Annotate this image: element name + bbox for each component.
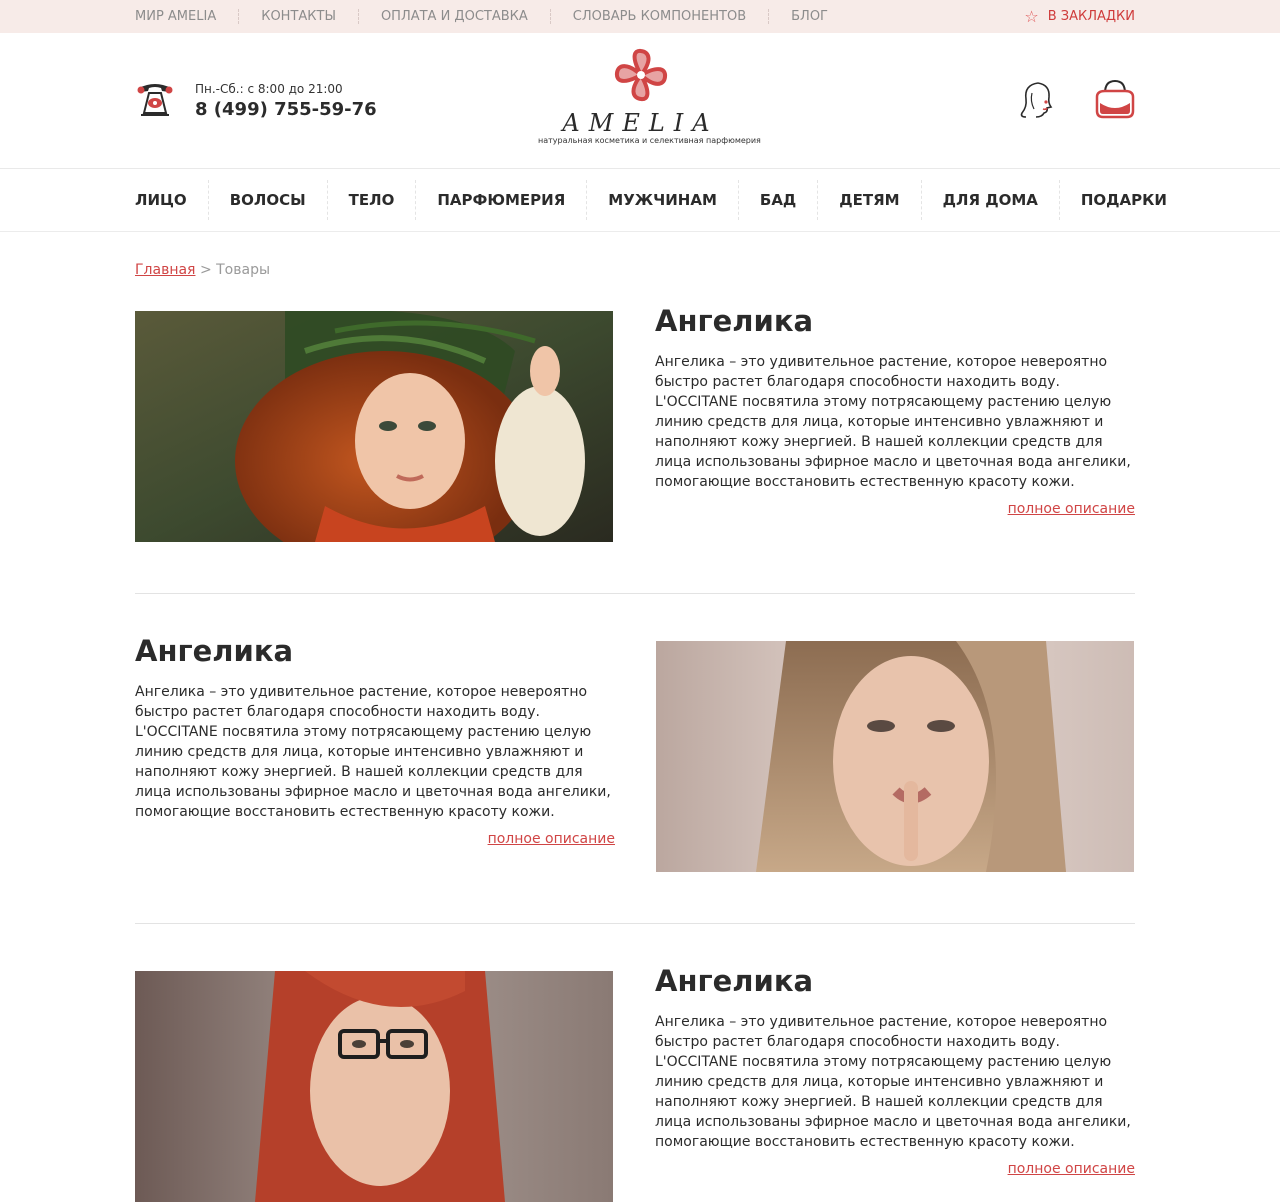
- full-description-link[interactable]: полное описание: [655, 501, 1135, 517]
- working-hours: Пн.-Сб.: с 8:00 до 21:00: [195, 82, 343, 96]
- top-nav-item-world[interactable]: МИР AMELIA: [135, 9, 240, 24]
- product-description: Ангелика – это удивительное растение, ко…: [135, 684, 611, 820]
- product-title[interactable]: Ангелика: [135, 634, 615, 668]
- top-nav: МИР AMELIA КОНТАКТЫ ОПЛАТА И ДОСТАВКА СЛ…: [135, 0, 850, 33]
- product-photo[interactable]: [135, 971, 613, 1202]
- product-title[interactable]: Ангелика: [655, 964, 1135, 998]
- main-nav: ЛИЦО ВОЛОСЫ ТЕЛО ПАРФЮМЕРИЯ МУЖЧИНАМ БАД…: [0, 169, 1280, 232]
- divider: [135, 923, 1135, 924]
- top-nav-item-payment-delivery[interactable]: ОПЛАТА И ДОСТАВКА: [359, 9, 551, 24]
- nav-item-home[interactable]: ДЛЯ ДОМА: [922, 180, 1060, 220]
- top-nav-item-contacts[interactable]: КОНТАКТЫ: [239, 9, 359, 24]
- star-outline-icon: ☆: [1024, 7, 1039, 26]
- woman-profile-icon[interactable]: [1016, 79, 1056, 121]
- full-description-link[interactable]: полное описание: [655, 1161, 1135, 1177]
- nav-item-hair[interactable]: ВОЛОСЫ: [209, 180, 328, 220]
- flower-logo-icon: [614, 48, 667, 102]
- site-logo[interactable]: AMELIA натуральная косметика и селективн…: [538, 47, 761, 157]
- breadcrumb: Главная > Товары: [135, 262, 270, 278]
- product-description: Ангелика – это удивительное растение, ко…: [655, 1014, 1131, 1150]
- product-text: Ангелика Ангелика – это удивительное рас…: [135, 634, 615, 847]
- product-photo[interactable]: [656, 641, 1134, 872]
- top-nav-item-glossary[interactable]: СЛОВАРЬ КОМПОНЕНТОВ: [551, 9, 770, 24]
- product-photo[interactable]: [135, 311, 613, 542]
- full-description-link[interactable]: полное описание: [135, 831, 615, 847]
- nav-item-face[interactable]: ЛИЦО: [135, 180, 209, 220]
- breadcrumb-separator: >: [199, 262, 212, 278]
- phone-number[interactable]: 8 (499) 755-59-76: [195, 99, 377, 120]
- nav-item-perfume[interactable]: ПАРФЮМЕРИЯ: [416, 180, 588, 220]
- divider: [135, 593, 1135, 594]
- product-text: Ангелика Ангелика – это удивительное рас…: [655, 964, 1135, 1177]
- bookmarks-link[interactable]: ☆ В ЗАКЛАДКИ: [1024, 0, 1135, 33]
- nav-item-supplements[interactable]: БАД: [739, 180, 819, 220]
- logo-tagline: натуральная косметика и селективная парф…: [538, 136, 761, 145]
- breadcrumb-home-link[interactable]: Главная: [135, 262, 195, 278]
- nav-item-body[interactable]: ТЕЛО: [328, 180, 417, 220]
- product-card: Ангелика Ангелика – это удивительное рас…: [135, 964, 1135, 1203]
- bookmarks-label: В ЗАКЛАДКИ: [1047, 9, 1135, 24]
- nav-item-gifts[interactable]: ПОДАРКИ: [1060, 180, 1167, 220]
- nav-item-men[interactable]: МУЖЧИНАМ: [587, 180, 739, 220]
- product-card: Ангелика Ангелика – это удивительное рас…: [135, 304, 1135, 543]
- site-header: Пн.-Сб.: с 8:00 до 21:00 8 (499) 755-59-…: [0, 33, 1280, 169]
- top-nav-item-blog[interactable]: БЛОГ: [769, 9, 850, 24]
- product-card: Ангелика Ангелика – это удивительное рас…: [135, 634, 1135, 873]
- top-bar: МИР AMELIA КОНТАКТЫ ОПЛАТА И ДОСТАВКА СЛ…: [0, 0, 1280, 33]
- handbag-icon[interactable]: [1093, 77, 1137, 121]
- product-description: Ангелика – это удивительное растение, ко…: [655, 354, 1131, 490]
- breadcrumb-current: Товары: [216, 262, 271, 278]
- retro-telephone-icon: [135, 79, 175, 119]
- nav-item-kids[interactable]: ДЕТЯМ: [818, 180, 922, 220]
- logo-brand: AMELIA: [562, 109, 719, 137]
- product-text: Ангелика Ангелика – это удивительное рас…: [655, 304, 1135, 517]
- product-title[interactable]: Ангелика: [655, 304, 1135, 338]
